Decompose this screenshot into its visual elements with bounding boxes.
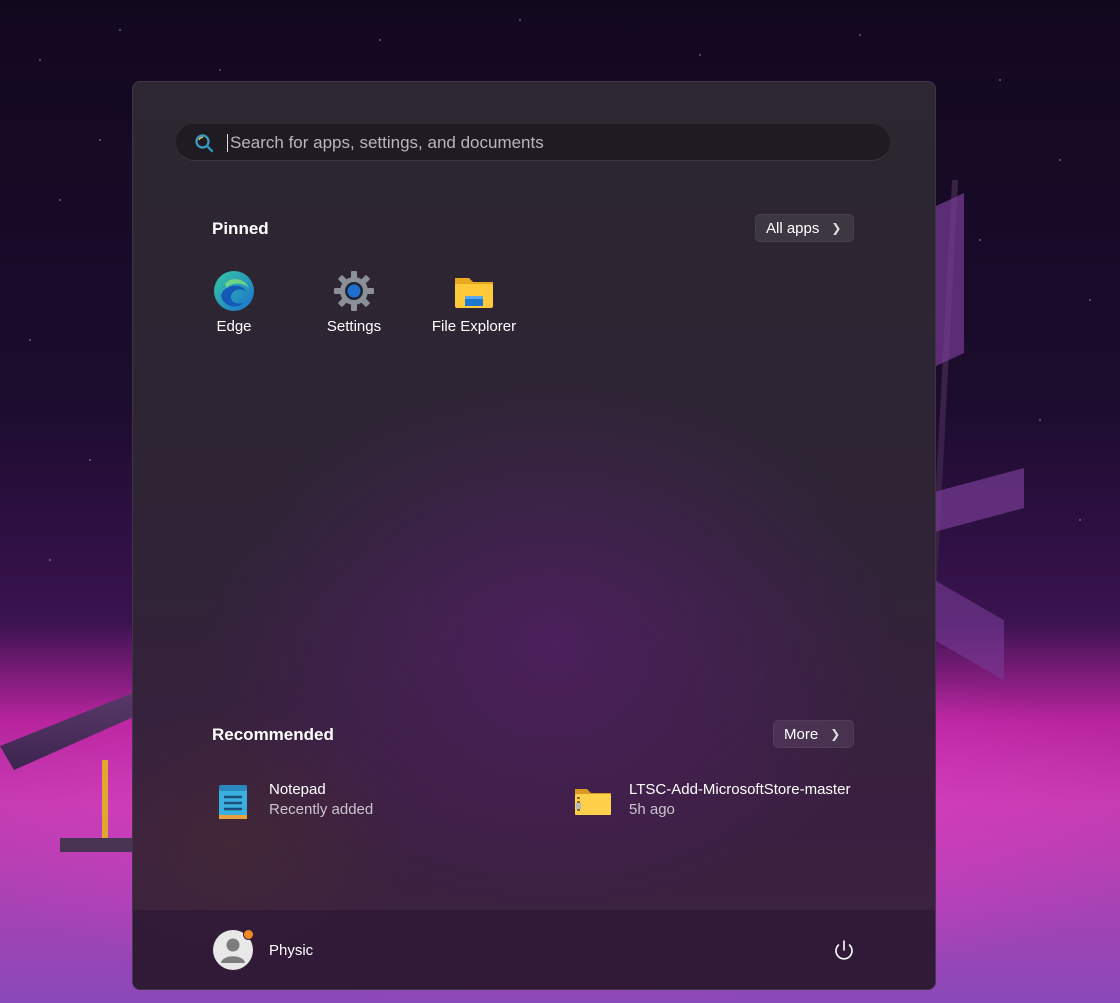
search-input[interactable] [228, 124, 872, 162]
power-button[interactable] [829, 936, 859, 966]
recommended-item-time: Recently added [269, 801, 374, 818]
search-box[interactable] [175, 123, 891, 162]
user-name[interactable]: Physic [269, 942, 313, 959]
pinned-app-settings[interactable]: Settings [294, 270, 414, 350]
recommended-item-name: LTSC-Add-MicrosoftStore-master [629, 781, 851, 798]
more-button[interactable]: More ❯ [773, 720, 854, 748]
all-apps-label: All apps [766, 219, 820, 237]
all-apps-button[interactable]: All apps ❯ [755, 214, 854, 242]
edge-icon [214, 271, 254, 311]
pinned-title: Pinned [212, 219, 269, 238]
wallpaper-windmill [915, 180, 1034, 870]
wallpaper-pole [102, 760, 108, 840]
pinned-app-label: Edge [216, 318, 252, 335]
notepad-icon [219, 785, 247, 819]
pinned-app-label: File Explorer [431, 318, 517, 335]
recommended-item-notepad[interactable]: Notepad Recently added [213, 777, 513, 825]
folder-icon [455, 278, 493, 308]
wallpaper-bench [60, 838, 140, 852]
chevron-right-icon: ❯ [831, 221, 842, 235]
start-footer: Physic [133, 909, 935, 989]
notification-badge [243, 929, 254, 940]
pinned-app-label: Settings [326, 318, 382, 335]
more-label: More [784, 725, 819, 743]
chevron-right-icon: ❯ [830, 727, 841, 741]
gear-icon [334, 271, 374, 311]
recommended-item-time: 5h ago [629, 801, 675, 818]
pinned-app-file-explorer[interactable]: File Explorer [414, 270, 534, 350]
search-icon [195, 134, 214, 153]
recommended-item-ltsc-folder[interactable]: LTSC-Add-MicrosoftStore-master 5h ago [573, 777, 893, 825]
power-icon [835, 940, 853, 960]
pinned-app-edge[interactable]: Edge [174, 270, 294, 350]
recommended-item-name: Notepad [269, 781, 326, 798]
zip-folder-icon [575, 789, 611, 815]
start-menu: Pinned All apps ❯ Edge [132, 81, 936, 990]
recommended-title: Recommended [212, 725, 334, 744]
